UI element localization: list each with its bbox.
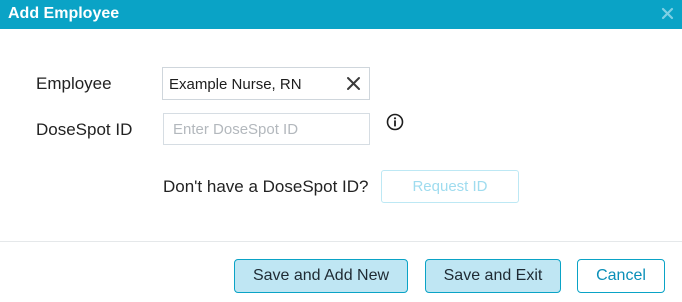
employee-select[interactable]: Example Nurse, RN bbox=[162, 67, 370, 100]
employee-label: Employee bbox=[36, 74, 112, 93]
info-icon[interactable] bbox=[386, 113, 404, 131]
clear-icon[interactable] bbox=[346, 76, 361, 91]
employee-value: Example Nurse, RN bbox=[169, 76, 302, 93]
request-id-button[interactable]: Request ID bbox=[381, 170, 519, 203]
close-icon[interactable] bbox=[661, 7, 674, 20]
dialog-title: Add Employee bbox=[8, 5, 120, 22]
footer-divider bbox=[0, 241, 682, 242]
add-employee-dialog: Add Employee Employee Example Nurse, RN … bbox=[0, 0, 682, 302]
no-dosespot-id-prompt: Don't have a DoseSpot ID? bbox=[163, 177, 369, 196]
dosespot-id-label: DoseSpot ID bbox=[36, 120, 133, 139]
save-and-exit-button[interactable]: Save and Exit bbox=[425, 259, 561, 293]
save-and-add-new-button[interactable]: Save and Add New bbox=[234, 259, 408, 293]
dosespot-id-input[interactable] bbox=[163, 113, 370, 145]
dialog-titlebar: Add Employee bbox=[0, 0, 682, 29]
cancel-button[interactable]: Cancel bbox=[577, 259, 665, 293]
